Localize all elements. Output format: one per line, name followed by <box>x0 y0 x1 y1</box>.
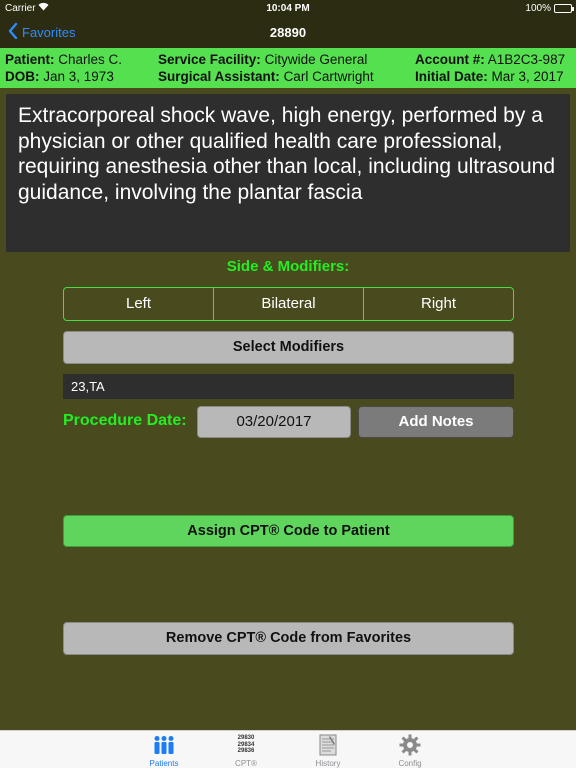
side-option-left[interactable]: Left <box>64 288 213 320</box>
clock: 10:04 PM <box>266 3 310 14</box>
gear-icon <box>380 733 440 757</box>
side-segmented-control: Left Bilateral Right <box>63 287 514 321</box>
tab-config-label: Config <box>398 759 422 768</box>
service-facility: Service Facility: Citywide General <box>158 52 368 67</box>
procedure-date-field[interactable]: 03/20/2017 <box>197 406 351 438</box>
patients-icon <box>134 733 194 757</box>
tab-cpt[interactable]: 29830 29834 29836 CPT® <box>216 733 276 768</box>
select-modifiers-button[interactable]: Select Modifiers <box>63 331 514 364</box>
side-option-bilateral[interactable]: Bilateral <box>213 288 363 320</box>
tab-cpt-label: CPT® <box>235 759 257 768</box>
side-modifiers-heading: Side & Modifiers: <box>226 258 350 275</box>
navigation-bar: Favorites 28890 <box>0 18 576 48</box>
tab-history[interactable]: History <box>298 733 358 768</box>
status-bar: Carrier 10:04 PM 100% <box>0 0 576 18</box>
add-notes-button[interactable]: Add Notes <box>358 406 514 438</box>
modifiers-field[interactable]: 23,TA <box>63 374 514 399</box>
tab-history-label: History <box>315 759 341 768</box>
patient-name: Patient: Charles C. <box>5 52 123 67</box>
assign-cpt-button[interactable]: Assign CPT® Code to Patient <box>63 515 514 547</box>
patient-info-bar: Patient: Charles C. DOB: Jan 3, 1973 Ser… <box>0 48 576 88</box>
tab-patients[interactable]: Patients <box>134 733 194 768</box>
battery-percent: 100% <box>525 3 551 14</box>
page-title: 28890 <box>269 25 307 40</box>
patient-dob: DOB: Jan 3, 1973 <box>5 69 114 84</box>
tab-patients-label: Patients <box>149 759 179 768</box>
tab-bar: Patients 29830 29834 29836 CPT® History <box>0 730 576 768</box>
history-icon <box>298 733 358 757</box>
tab-config[interactable]: Config <box>380 733 440 768</box>
procedure-date-label: Procedure Date: <box>63 412 187 429</box>
side-option-right[interactable]: Right <box>363 288 513 320</box>
surgical-assistant: Surgical Assistant: Carl Cartwright <box>158 69 374 84</box>
procedure-description: Extracorporeal shock wave, high energy, … <box>6 94 570 252</box>
account-number: Account #: A1B2C3-987 <box>415 52 566 67</box>
battery-icon <box>554 4 574 13</box>
remove-from-favorites-button[interactable]: Remove CPT® Code from Favorites <box>63 622 514 655</box>
initial-date: Initial Date: Mar 3, 2017 <box>415 69 564 84</box>
cpt-codes-icon: 29830 29834 29836 <box>237 735 255 755</box>
